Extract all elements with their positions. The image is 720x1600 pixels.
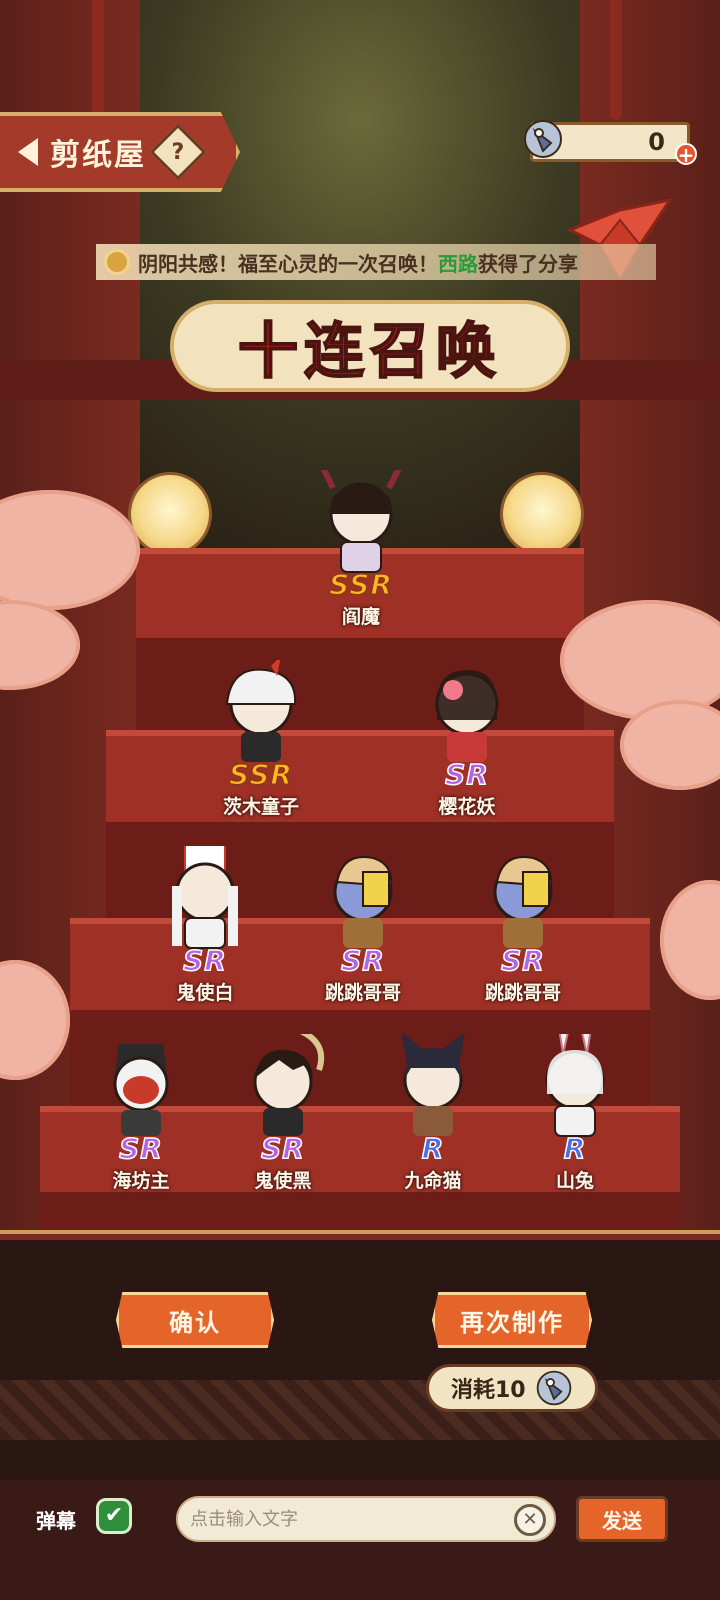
character-portrait	[545, 1027, 605, 1137]
back-arrow-icon[interactable]	[18, 138, 38, 166]
character-portrait	[172, 841, 238, 949]
summon-banner: 十连召唤	[170, 300, 570, 392]
result-card-6[interactable]: SR 跳跳哥哥	[458, 846, 588, 1005]
result-card-4[interactable]: SR 鬼使白	[140, 841, 270, 1005]
character-portrait	[253, 1025, 325, 1136]
cost-display: 消耗10	[426, 1364, 598, 1412]
marquee-suffix: 获得了分享	[478, 251, 578, 276]
flower-icon	[104, 249, 130, 275]
character-portrait	[333, 856, 393, 948]
chat-input[interactable]	[190, 1508, 510, 1530]
character-name: 樱花妖	[438, 796, 496, 818]
clear-input-button[interactable]: ✕	[514, 1504, 546, 1536]
result-card-9[interactable]: R 九命猫	[368, 1032, 498, 1193]
rope-left	[92, 0, 104, 120]
character-name: 鬼使白	[176, 982, 234, 1004]
currency-display: 0 +	[524, 120, 697, 165]
character-portrait	[401, 1032, 465, 1136]
character-name: 跳跳哥哥	[484, 982, 561, 1004]
character-name: 阎魔	[341, 606, 380, 628]
confirm-button[interactable]: 确认	[116, 1292, 274, 1348]
add-currency-button[interactable]: +	[675, 143, 697, 165]
currency-value: 0	[648, 128, 665, 156]
send-button[interactable]: 发送	[576, 1496, 668, 1542]
paper-doll-icon	[536, 1370, 571, 1406]
character-name: 跳跳哥哥	[324, 982, 401, 1004]
rope-right	[610, 0, 622, 120]
result-card-3[interactable]: SR 樱花妖	[402, 660, 532, 819]
character-name: 山兔	[555, 1170, 594, 1192]
pattern-band	[0, 1380, 720, 1440]
result-card-7[interactable]: SR 海坊主	[76, 1034, 206, 1193]
summon-title: 十连召唤	[237, 316, 502, 388]
character-portrait	[435, 670, 499, 762]
page-title: 剪纸屋	[50, 138, 146, 173]
paper-doll-icon	[524, 120, 562, 158]
marquee-prefix: 阴阳共感！福至心灵的一次召唤！	[138, 251, 438, 276]
cost-text: 消耗10	[451, 1378, 526, 1403]
lantern-left	[128, 472, 212, 556]
announcement-marquee: 阴阳共感！福至心灵的一次召唤！西路获得了分享	[96, 244, 656, 280]
chat-input-wrapper: ✕	[176, 1496, 556, 1542]
character-name: 九命猫	[404, 1170, 462, 1192]
question-icon: ?	[171, 139, 185, 165]
result-card-10[interactable]: R 山兔	[510, 1027, 640, 1193]
marquee-text: 阴阳共感！福至心灵的一次召唤！西路获得了分享	[138, 248, 578, 277]
character-portrait	[113, 1044, 169, 1136]
danmu-toggle-checkbox[interactable]: ✔	[96, 1498, 132, 1534]
result-card-8[interactable]: SR 鬼使黑	[218, 1025, 348, 1193]
redo-button[interactable]: 再次制作	[432, 1292, 592, 1348]
character-portrait	[493, 856, 553, 948]
result-card-5[interactable]: SR 跳跳哥哥	[298, 846, 428, 1005]
help-button[interactable]: ?	[149, 123, 207, 181]
character-portrait	[225, 656, 297, 762]
result-card-2[interactable]: SSR 茨木童子	[196, 656, 326, 819]
lantern-right	[500, 472, 584, 556]
stair-2	[106, 730, 614, 822]
character-name: 茨木童子	[222, 796, 299, 818]
character-name: 海坊主	[112, 1170, 170, 1192]
page-title-tag: 剪纸屋 ?	[0, 112, 240, 192]
result-card-1[interactable]: SSR 阎魔	[296, 466, 426, 629]
danmu-label: 弹幕	[36, 1509, 76, 1533]
character-portrait	[320, 466, 402, 573]
character-name: 鬼使黑	[254, 1170, 312, 1192]
marquee-player: 西路	[438, 251, 478, 276]
